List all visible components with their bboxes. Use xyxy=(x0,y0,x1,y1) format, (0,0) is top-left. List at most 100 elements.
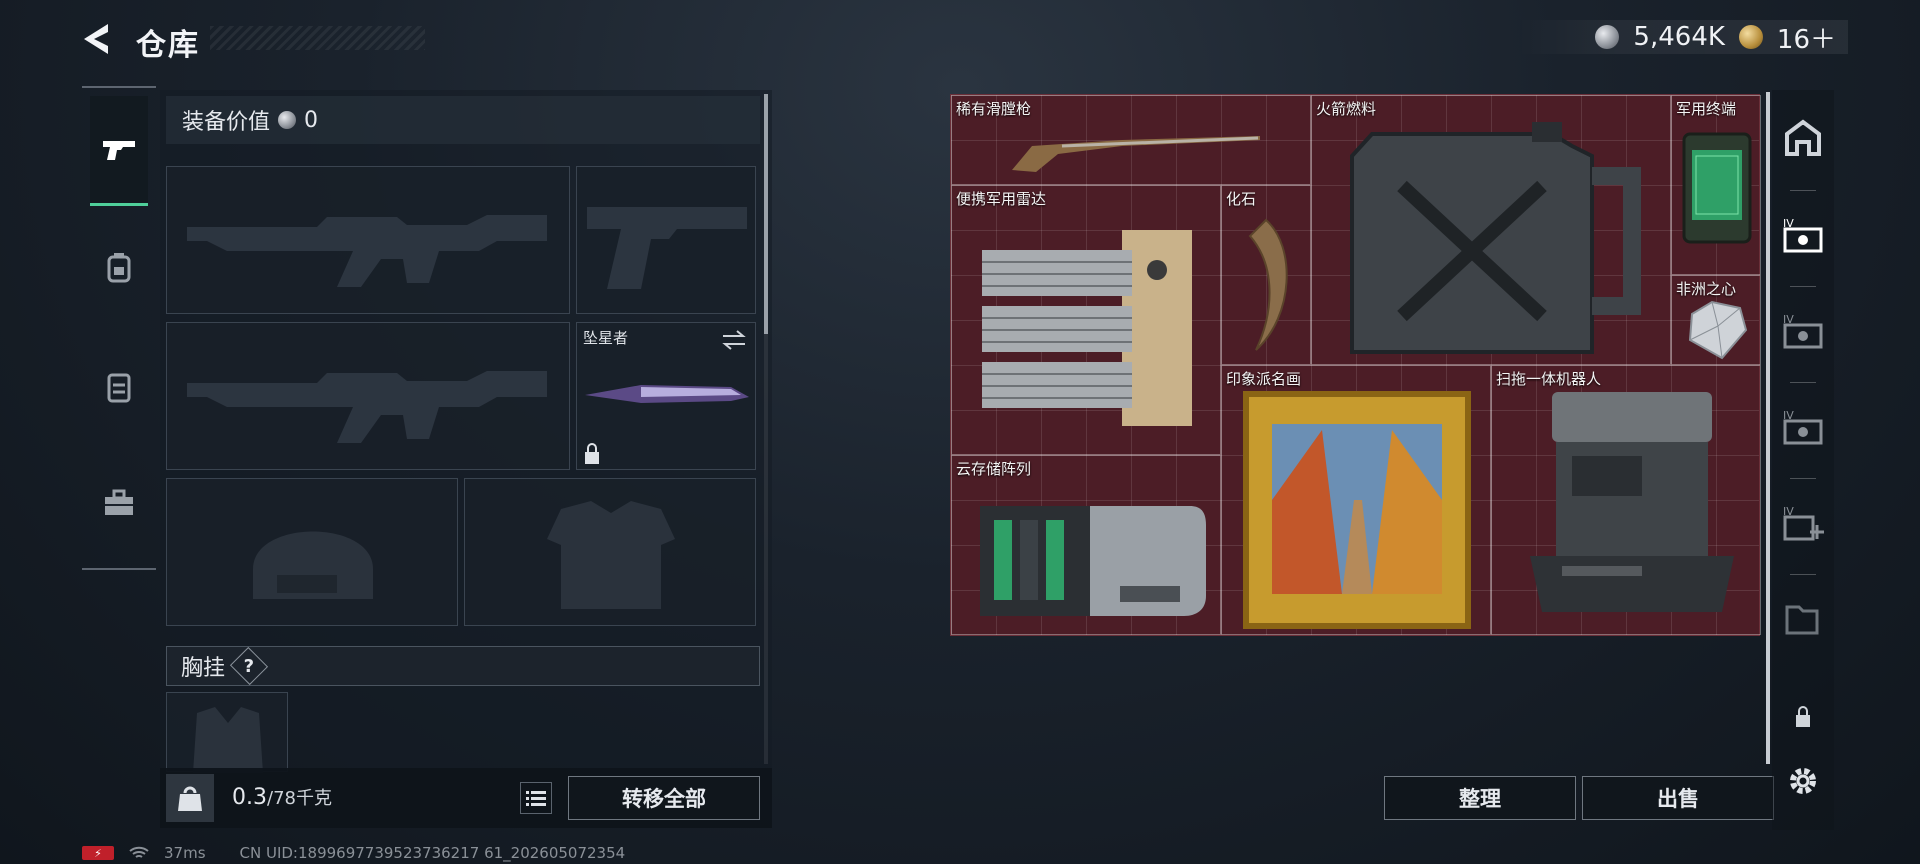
kettlebell-icon xyxy=(178,786,202,811)
lock-icon xyxy=(585,443,599,464)
weight-icon xyxy=(166,774,214,822)
add-storage-icon: IV xyxy=(1783,505,1824,541)
gold-coin-icon xyxy=(1738,25,1763,49)
swap-icon[interactable] xyxy=(721,329,747,351)
helmet-silhouette-icon xyxy=(253,531,373,599)
uid-text: CN UID:1899697739523736217 61_2026050723… xyxy=(239,844,626,862)
tab-backpack[interactable] xyxy=(90,238,148,296)
robot-mop-icon xyxy=(1530,392,1734,612)
help-button[interactable]: ? xyxy=(229,646,269,686)
list-icon xyxy=(526,791,546,806)
item-label: 印象派名画 xyxy=(1226,370,1302,388)
battery-icon: ⚡ xyxy=(82,846,114,860)
storage-scrollbar[interactable] xyxy=(1766,92,1770,764)
tab-home-storage[interactable] xyxy=(1778,112,1828,162)
settings-icon xyxy=(1790,768,1816,794)
backpack-icon xyxy=(107,253,131,283)
military-terminal-icon xyxy=(1682,132,1752,244)
list-view-button[interactable] xyxy=(520,782,552,814)
chest-rig-silhouette-icon xyxy=(193,707,263,773)
chest-rig-label: 胸挂 xyxy=(181,656,226,681)
fossil-claw-icon xyxy=(1248,218,1288,351)
silver-balance: 5,464K xyxy=(1633,22,1725,52)
item-label: 化石 xyxy=(1226,190,1257,208)
rifle-silhouette-icon xyxy=(187,371,547,443)
fuel-jerrycan-icon xyxy=(1350,122,1641,354)
tab-vest[interactable] xyxy=(90,358,148,416)
house-icon xyxy=(1785,119,1821,156)
title-decoration xyxy=(210,26,425,50)
storage-box-icon: IV xyxy=(1783,409,1823,445)
tab-toolbox[interactable] xyxy=(90,474,148,532)
tab-separator xyxy=(1790,382,1816,383)
storage-item-military-terminal[interactable]: 军用终端 xyxy=(1671,95,1761,275)
helmet-slot[interactable] xyxy=(166,478,458,626)
pistol-icon xyxy=(103,140,135,160)
primary-weapon-slot-2[interactable] xyxy=(166,322,570,470)
toolbox-icon xyxy=(105,489,133,515)
help-glyph: ? xyxy=(243,655,255,677)
starfall-knife-icon xyxy=(585,385,749,403)
storage-item-musket[interactable]: 稀有滑膛枪 xyxy=(951,95,1311,185)
sell-button[interactable]: 出售 xyxy=(1582,776,1774,820)
gold-balance[interactable]: 16＋ xyxy=(1777,19,1836,56)
settings-button[interactable] xyxy=(1778,756,1828,806)
chest-rig-slot[interactable] xyxy=(166,692,288,773)
wifi-icon xyxy=(129,846,149,858)
storage-panel: 稀有滑膛枪 火箭燃料 军用终端 便携军用雷达 化石 非洲之心 印象派名画 扫拖一… xyxy=(946,92,1774,830)
armor-silhouette-icon xyxy=(547,501,675,609)
rifle-silhouette-icon xyxy=(187,215,547,287)
storage-box-icon: IV xyxy=(1783,217,1823,253)
primary-weapon-slot-1[interactable] xyxy=(166,166,570,314)
framed-painting-icon xyxy=(1243,391,1471,629)
tab-separator xyxy=(1790,478,1816,479)
melee-slot-label: 坠星者 xyxy=(583,329,629,347)
armor-slot[interactable] xyxy=(464,478,756,626)
tab-locked[interactable] xyxy=(1778,692,1828,742)
tab-weapons[interactable] xyxy=(90,96,148,206)
tab-folder[interactable] xyxy=(1778,594,1828,644)
tab-storage-box-2[interactable]: IV xyxy=(1778,306,1828,356)
diamond-icon xyxy=(1688,300,1748,360)
storage-item-fossil[interactable]: 化石 xyxy=(1221,185,1311,365)
storage-item-heart-of-africa[interactable]: 非洲之心 xyxy=(1671,275,1761,365)
musket-icon xyxy=(1012,136,1260,172)
storage-item-impressionist-painting[interactable]: 印象派名画 xyxy=(1221,365,1491,635)
silver-coin-icon xyxy=(1595,25,1620,49)
silver-coin-icon xyxy=(278,111,297,129)
ping-text: 37ms xyxy=(164,844,206,862)
storage-item-portable-radar[interactable]: 便携军用雷达 xyxy=(951,185,1221,455)
weight-max: /78千克 xyxy=(267,788,332,809)
equipment-value-header: 装备价值 0 xyxy=(166,96,760,144)
storage-tabs: IV IV IV IV xyxy=(1772,90,1834,830)
item-label: 便携军用雷达 xyxy=(956,190,1047,208)
back-arrow-icon xyxy=(84,24,108,54)
tab-add-storage[interactable]: IV xyxy=(1778,498,1828,548)
tab-storage-box-3[interactable]: IV xyxy=(1778,402,1828,452)
vest-icon xyxy=(107,373,131,403)
equipment-value: 0 xyxy=(304,107,319,133)
tab-separator xyxy=(1790,190,1816,191)
equipment-panel: 装备价值 0 坠星者 胸挂 ? 0.3/78千克 转移全部 xyxy=(160,90,772,828)
currency-bar: 5,464K 16＋ xyxy=(1518,19,1848,56)
storage-array-icon xyxy=(980,506,1206,616)
folder-icon xyxy=(1785,605,1819,635)
storage-item-robot-mop[interactable]: 扫拖一体机器人 xyxy=(1491,365,1761,635)
top-bar: 仓库 5,464K 16＋ xyxy=(0,0,1920,80)
back-button[interactable] xyxy=(82,22,116,56)
pistol-silhouette-icon xyxy=(587,207,747,289)
storage-item-cloud-storage-array[interactable]: 云存储阵列 xyxy=(951,455,1221,635)
equipment-scroll-thumb[interactable] xyxy=(764,94,768,334)
tab-storage-box-1[interactable]: IV xyxy=(1778,210,1828,260)
sort-button[interactable]: 整理 xyxy=(1384,776,1576,820)
sidearm-slot[interactable] xyxy=(576,166,756,314)
tab-separator xyxy=(1790,574,1816,575)
item-label: 云存储阵列 xyxy=(956,460,1032,478)
weight-current: 0.3 xyxy=(232,785,267,810)
storage-grid[interactable]: 稀有滑膛枪 火箭燃料 军用终端 便携军用雷达 化石 非洲之心 印象派名画 扫拖一… xyxy=(950,94,1761,636)
transfer-all-button[interactable]: 转移全部 xyxy=(568,776,760,820)
storage-item-rocket-fuel[interactable]: 火箭燃料 xyxy=(1311,95,1671,365)
melee-slot[interactable]: 坠星者 xyxy=(576,322,756,470)
tab-separator xyxy=(1790,286,1816,287)
equipment-value-label: 装备价值 xyxy=(182,110,271,135)
